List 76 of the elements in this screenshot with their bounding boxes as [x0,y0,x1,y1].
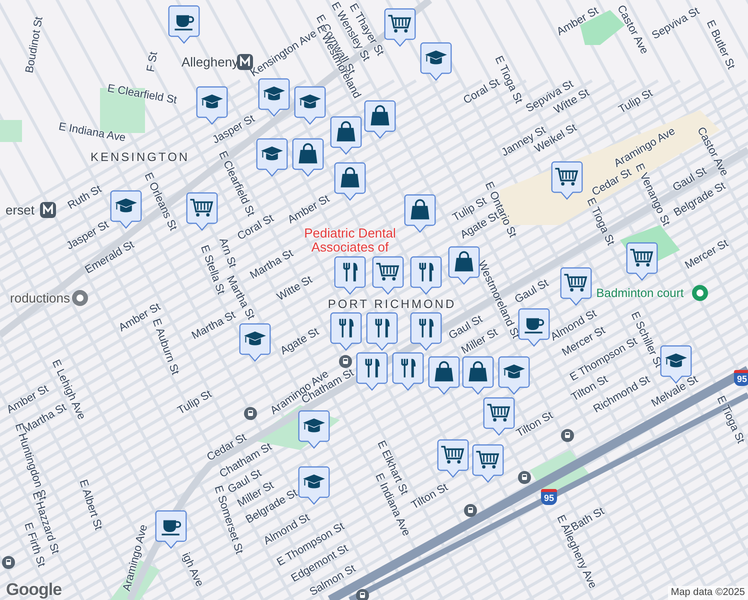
tram-stop-icon[interactable] [561,429,574,442]
shopping-cart-marker[interactable] [551,161,583,200]
shopping-cart-marker[interactable] [626,242,658,281]
tram-stop-icon[interactable] [464,504,477,517]
street-label: Ruth St [66,184,104,212]
park-area [0,120,22,142]
shopping-bag-marker[interactable] [428,356,460,395]
coffee-cup-marker[interactable] [155,510,187,549]
fork-knife-marker[interactable] [330,312,362,351]
fork-knife-marker[interactable] [410,312,442,351]
shopping-bag-marker[interactable] [364,100,396,139]
tram-stop-icon[interactable] [518,471,531,484]
graduation-cap-marker[interactable] [258,78,290,117]
station-label: erset [6,204,34,216]
shopping-cart-marker[interactable] [560,267,592,306]
shopping-bag-marker[interactable] [292,138,324,177]
graduation-cap-marker[interactable] [110,190,142,229]
street-label: Cedar St [590,167,634,199]
shopping-bag-marker[interactable] [334,162,366,201]
highway-shield: 95 [541,489,557,505]
shopping-bag-marker[interactable] [404,194,436,233]
street-label: Witte St [276,274,314,304]
shopping-bag-marker[interactable] [462,356,494,395]
graduation-cap-marker[interactable] [420,42,452,81]
place-label: Badminton court [596,287,684,299]
shopping-cart-marker[interactable] [186,192,218,231]
street-label: E Tioga St [714,394,746,446]
street-label: E Tioga St [584,196,616,248]
shopping-cart-marker[interactable] [384,8,416,47]
place-label: Pediatric Dental Associates of [303,226,397,254]
station-label: Allegheny [181,56,239,68]
shopping-cart-marker[interactable] [437,439,469,478]
tram-stop-icon[interactable] [2,556,15,569]
street-label: E Butler St [704,18,736,72]
place-marker-icon[interactable] [692,285,708,301]
street-label: Coral St [462,77,502,107]
street-label: Tilton St [410,482,450,512]
street-label: Gaul St [513,278,551,306]
place-label: roductions [10,292,70,304]
map-attribution: Map data ©2025 [668,586,748,600]
tram-stop-icon[interactable] [339,355,352,368]
street-label: E Indiana Ave [58,122,126,144]
metro-station-icon[interactable] [40,202,56,218]
shopping-bag-marker[interactable] [448,246,480,285]
fork-knife-marker[interactable] [334,256,366,295]
district-label: KENSINGTON [90,151,190,163]
shopping-bag-marker[interactable] [330,116,362,155]
street-label: Tulip St [176,389,214,417]
tram-stop-icon[interactable] [244,407,257,420]
street-label: Tilton St [514,410,556,440]
fork-knife-marker[interactable] [366,312,398,351]
street-label: E Albert St [76,478,104,532]
street-label: Arn St [216,236,238,270]
shopping-cart-marker[interactable] [372,256,404,295]
shopping-cart-marker[interactable] [483,397,515,436]
street-label: Tulip St [617,88,655,116]
fork-knife-marker[interactable] [392,352,424,391]
coffee-cup-marker[interactable] [518,308,550,347]
street-label: E Auburn St [150,318,180,376]
street-label: igh Ave [179,551,205,589]
graduation-cap-marker[interactable] [256,138,288,177]
graduation-cap-marker[interactable] [298,466,330,505]
fork-knife-marker[interactable] [410,256,442,295]
shopping-cart-marker[interactable] [472,444,504,483]
tram-stop-icon[interactable] [356,589,369,600]
place-marker-icon[interactable] [72,290,88,306]
street-label: F St [146,51,160,73]
street-label: E Clearfield St [106,83,178,107]
district-label: PORT RICHMOND [328,298,456,310]
fork-knife-marker[interactable] [356,352,388,391]
coffee-cup-marker[interactable] [168,5,200,44]
street-label: Boudinot St [24,16,46,74]
highway-shield: 95 [734,370,748,386]
graduation-cap-marker[interactable] [239,323,271,362]
map-logo: Google [6,581,62,598]
graduation-cap-marker[interactable] [498,356,530,395]
